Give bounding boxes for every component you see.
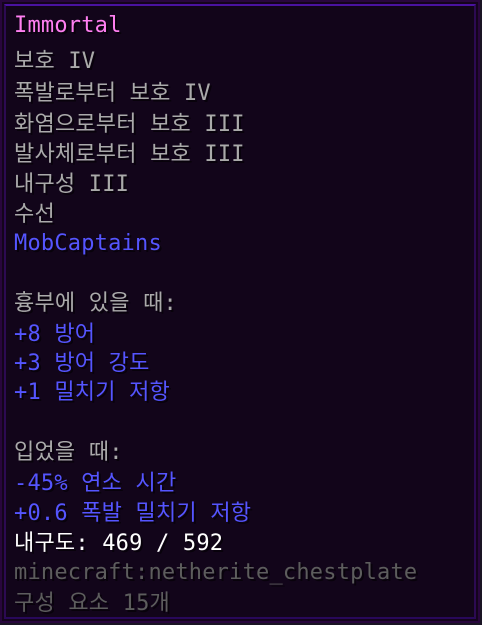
attribute-modifier: +8 방어 xyxy=(14,322,96,347)
durability-value: 469 / 592 xyxy=(102,531,224,556)
attribute-modifier: +3 방어 강도 xyxy=(14,351,150,376)
enchantment-line: 폭발로부터 보호 IV xyxy=(14,81,211,106)
enchantment-line: 발사체로부터 보호 III xyxy=(14,142,245,167)
attribute-modifier: -45% 연소 시간 xyxy=(14,471,177,496)
durability-line: 내구도: 469 / 592 xyxy=(14,531,223,557)
component-count: 구성 요소 15개 xyxy=(14,591,170,616)
enchantment-line: 보호 IV xyxy=(14,49,96,74)
item-id: minecraft:netherite_chestplate xyxy=(14,560,418,585)
chest-slot-header: 흉부에 있을 때: xyxy=(14,291,177,316)
enchantment-line: 화염으로부터 보호 III xyxy=(14,112,245,137)
item-tooltip: Immortal 보호 IV 폭발로부터 보호 IV 화염으로부터 보호 III… xyxy=(0,0,480,623)
attribute-modifier: +1 밀치기 저항 xyxy=(14,380,170,405)
enchantment-line: 수선 xyxy=(14,202,55,227)
durability-label: 내구도: xyxy=(14,531,89,556)
attribute-modifier: +0.6 폭발 밀치기 저항 xyxy=(14,501,252,526)
worn-header: 입었을 때: xyxy=(14,440,123,465)
game-screen: Immortal 보호 IV 폭발로부터 보호 IV 화염으로부터 보호 III… xyxy=(0,0,482,625)
custom-tag: MobCaptains xyxy=(14,231,162,256)
enchantment-line: 내구성 III xyxy=(14,172,130,197)
item-name: Immortal xyxy=(14,13,122,38)
